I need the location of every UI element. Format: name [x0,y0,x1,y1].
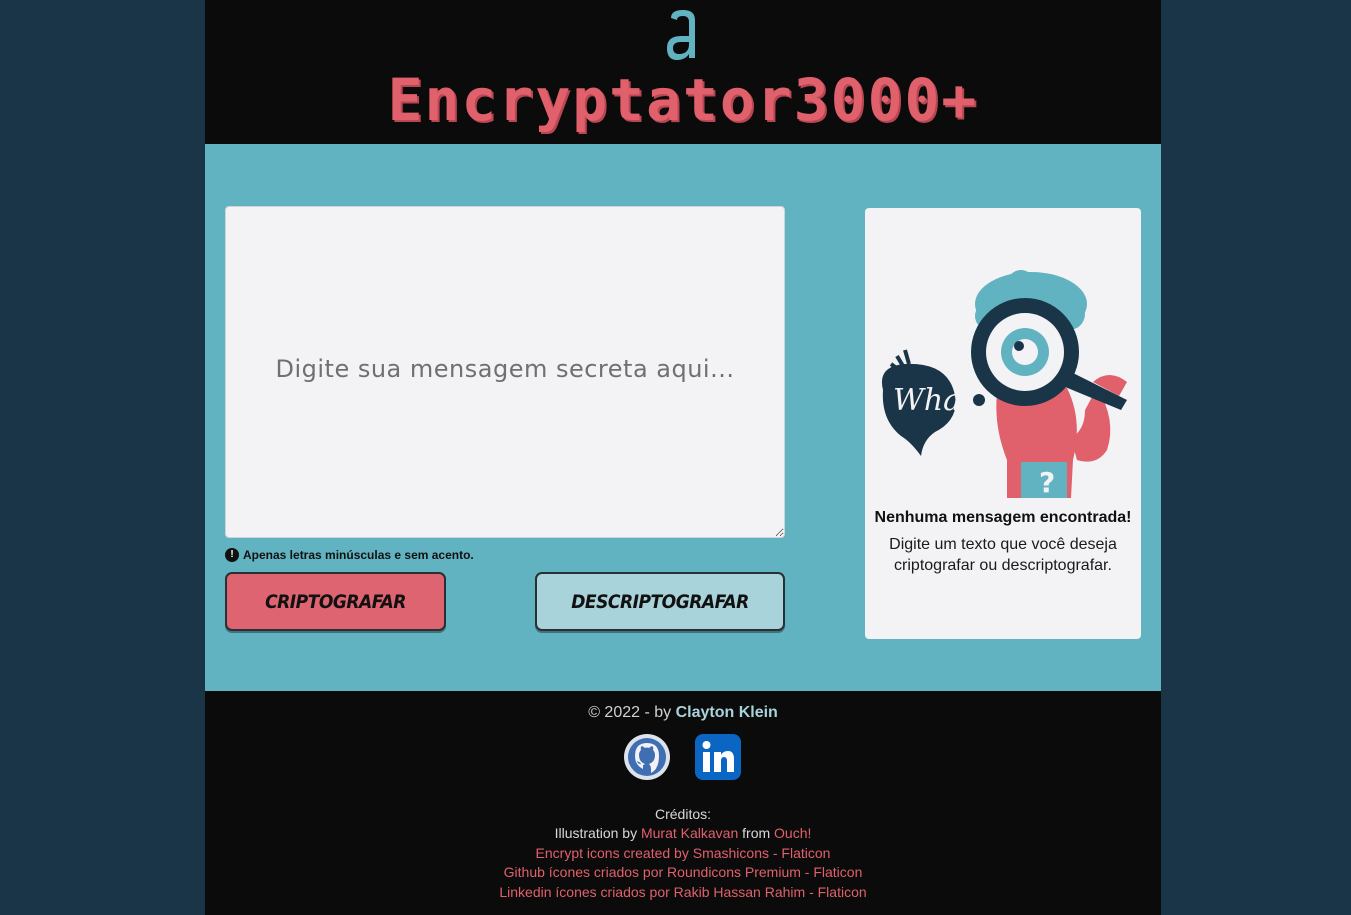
source-link[interactable]: Ouch! [774,825,811,841]
author-name: Clayton Klein [675,704,778,721]
brand-title: Encryptator3000+ [387,66,979,134]
panel-text: Digite um texto que você deseja criptogr… [889,536,1117,574]
output-panel: ? Wha. Nenhuma mensagem encontrada! Digi… [865,208,1141,639]
header: Encryptator3000+ [205,0,1161,144]
credits: Créditos: Illustration by Murat Kalkavan… [205,805,1161,902]
svg-text:Wha.: Wha. [893,383,971,418]
page: Encryptator3000+ ! Apenas letras minúscu… [205,0,1161,915]
credit-encrypt-link[interactable]: Encrypt icons created by Smashicons - Fl… [536,845,831,861]
message-input[interactable] [225,206,785,538]
hint: ! Apenas letras minúsculas e sem acento. [225,547,474,563]
credits-title: Créditos: [654,806,712,822]
svg-text:?: ? [1039,466,1055,498]
from-label: from [738,825,775,842]
credit-illustration: Illustration by Murat Kalkavan from Ouch… [205,824,1161,843]
copyright: © 2022 - by Clayton Klein [205,704,1161,722]
alura-a-icon [667,10,695,60]
credit-linkedin-link[interactable]: Linkedin ícones criados por Rakib Hassan… [499,884,866,900]
github-link[interactable] [623,733,671,781]
main-section: ! Apenas letras minúsculas e sem acento.… [205,144,1161,691]
illustrator-link[interactable]: Murat Kalkavan [641,825,738,841]
credit-github-link[interactable]: Github ícones criados por Roundicons Pre… [504,864,863,880]
linkedin-link[interactable] [694,733,742,781]
decrypt-button[interactable]: DESCRIPTOGRAFAR [535,572,785,631]
hint-text: Apenas letras minúsculas e sem acento. [243,548,474,562]
illustration-by-label: Illustration by [554,825,641,842]
magnifying-glass-person-illustration: ? Wha. [881,270,1127,498]
exclamation-icon: ! [225,548,239,562]
copyright-prefix: © 2022 - by [588,704,676,721]
footer: © 2022 - by Clayton Klein Créditos: Illu… [205,691,1161,915]
panel-title: Nenhuma mensagem encontrada! [874,509,1132,526]
encrypt-button[interactable]: CRIPTOGRAFAR [225,572,446,631]
github-icon [624,734,670,780]
linkedin-icon [695,734,741,780]
